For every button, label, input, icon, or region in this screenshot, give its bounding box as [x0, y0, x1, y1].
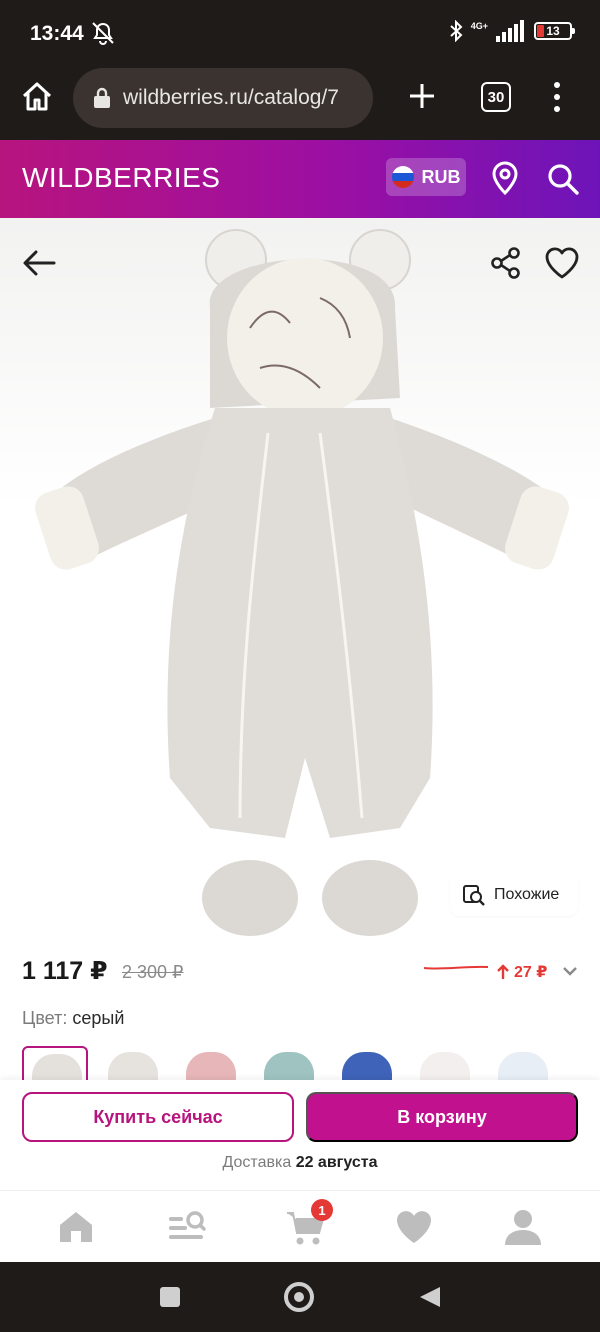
system-navigation-bar [0, 1262, 600, 1332]
site-logo[interactable]: WILDBERRIES [22, 162, 220, 194]
color-label: Цвет: [22, 1008, 68, 1028]
location-pin-icon[interactable] [490, 161, 520, 195]
favorites-icon[interactable] [394, 1207, 434, 1247]
battery-indicator: 13 [534, 22, 575, 40]
color-swatches [22, 1046, 582, 1084]
mute-icon [92, 22, 114, 45]
search-icon[interactable] [546, 162, 580, 196]
color-swatch[interactable] [100, 1046, 166, 1084]
delivery-info: Доставка 22 августа [0, 1154, 600, 1172]
site-header: WILDBERRIES RUB [0, 140, 600, 218]
product-image [35, 229, 569, 936]
back-button[interactable] [418, 1285, 442, 1309]
buy-now-button[interactable]: Купить сейчас [22, 1092, 294, 1142]
more-menu-icon[interactable] [548, 80, 566, 114]
chevron-down-icon[interactable] [561, 962, 579, 980]
product-image-gallery[interactable]: Похожие [0, 218, 600, 938]
arrow-up-icon [497, 964, 509, 979]
similar-label: Похожие [494, 886, 560, 903]
recents-button[interactable] [160, 1287, 180, 1307]
current-price: 1 117 ₽ [22, 957, 108, 985]
russia-flag-icon [391, 166, 414, 188]
price-row: 1 117 ₽ 2 300 ₽ 27 ₽ [0, 938, 600, 1002]
home-button[interactable] [284, 1282, 314, 1312]
cart-badge: 1 [311, 1199, 333, 1221]
similar-search-icon [463, 885, 485, 906]
color-row: Цвет: серый [22, 1008, 124, 1029]
color-swatch[interactable] [22, 1046, 88, 1084]
status-time: 13:44 [30, 22, 84, 45]
back-arrow-icon[interactable] [20, 244, 58, 282]
bluetooth-icon [450, 20, 463, 42]
bottom-navigation: 1 [0, 1190, 600, 1262]
profile-icon[interactable] [503, 1207, 543, 1247]
purchase-panel: Купить сейчас В корзину Доставка 22 авгу… [0, 1080, 600, 1190]
currency-code: RUB [421, 166, 461, 187]
similar-products-button[interactable]: Похожие [450, 874, 578, 916]
delivery-date: 22 августа [295, 1154, 378, 1171]
price-history-sparkline[interactable] [424, 964, 488, 972]
home-icon[interactable] [56, 1207, 96, 1247]
tab-switcher-button[interactable]: 30 [481, 82, 511, 112]
currency-selector[interactable]: RUB [386, 158, 466, 196]
price-change[interactable]: 27 ₽ [496, 962, 547, 982]
color-value: серый [72, 1008, 125, 1028]
url-text: wildberries.ru/catalog/7 [123, 86, 339, 109]
new-tab-icon[interactable] [406, 80, 438, 112]
address-bar[interactable]: wildberries.ru/catalog/7 [73, 68, 373, 128]
share-icon[interactable] [490, 246, 522, 280]
color-swatch[interactable] [412, 1046, 478, 1084]
signal-icon [496, 20, 524, 42]
home-icon[interactable] [20, 80, 54, 114]
lock-icon [94, 87, 110, 108]
price-change-value: 27 ₽ [514, 964, 548, 981]
delivery-label: Доставка [222, 1154, 292, 1171]
color-swatch[interactable] [256, 1046, 322, 1084]
status-bar: 13:44 4G+ 13 [0, 0, 600, 64]
favorite-heart-icon[interactable] [544, 246, 580, 280]
add-to-cart-button[interactable]: В корзину [306, 1092, 578, 1142]
catalog-search-icon[interactable] [166, 1207, 206, 1247]
network-type: 4G+ [470, 21, 488, 31]
color-swatch[interactable] [334, 1046, 400, 1084]
color-swatch[interactable] [490, 1046, 556, 1084]
browser-toolbar: wildberries.ru/catalog/7 30 [0, 64, 600, 140]
color-swatch[interactable] [178, 1046, 244, 1084]
old-price: 2 300 ₽ [122, 962, 184, 982]
